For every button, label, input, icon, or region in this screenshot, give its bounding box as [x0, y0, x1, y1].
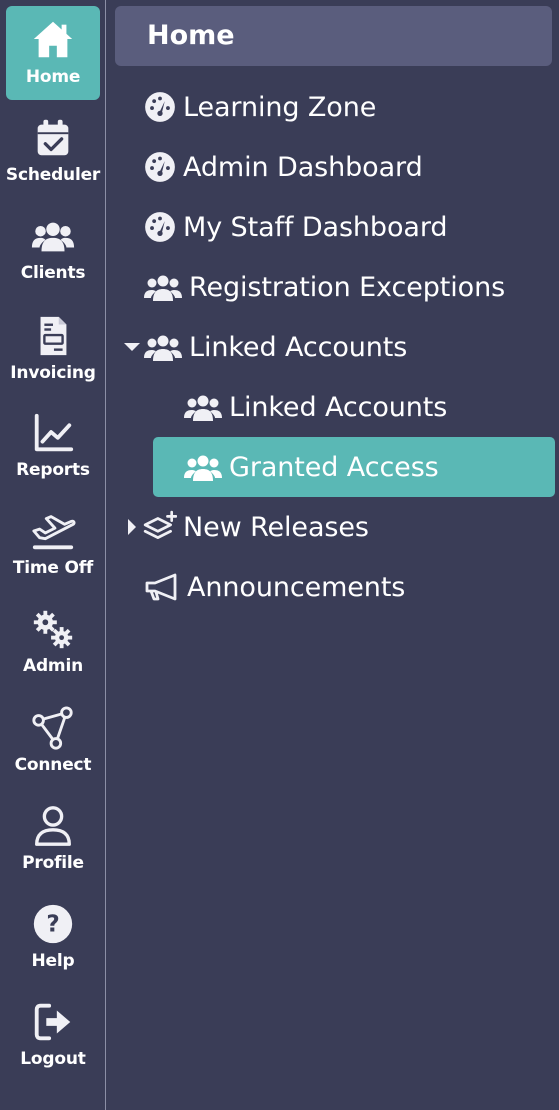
rail-label-connect: Connect [14, 755, 92, 775]
rail-item-invoicing[interactable]: Invoicing [6, 302, 100, 396]
nav-rail: Home Scheduler Clients Invoicing Reports… [0, 0, 106, 1110]
menu-group-new-releases[interactable]: New Releases [123, 497, 369, 557]
rail-item-home[interactable]: Home [6, 6, 100, 100]
menu-label: Linked Accounts [189, 331, 408, 363]
home-submenu-panel: Home Learning Zone Admin Dashboard My St… [107, 0, 559, 1110]
layers-plus-icon [143, 510, 177, 544]
rail-item-clients[interactable]: Clients [6, 202, 100, 296]
rail-item-admin[interactable]: Admin [6, 595, 100, 689]
gears-icon [30, 606, 76, 652]
caret-right-icon[interactable] [123, 518, 141, 536]
rail-item-time-off[interactable]: Time Off [6, 497, 100, 591]
svg-text:?: ? [46, 912, 59, 938]
menu-label: Admin Dashboard [183, 151, 423, 183]
rail-label-clients: Clients [20, 263, 86, 283]
menu-label: Learning Zone [183, 91, 377, 123]
invoice-icon [30, 313, 76, 359]
gauge-icon [143, 90, 177, 124]
rail-item-help[interactable]: ? Help [6, 890, 100, 984]
menu-item-linked-accounts[interactable]: Linked Accounts [183, 377, 447, 437]
megaphone-icon [143, 570, 181, 604]
rail-label-profile: Profile [22, 853, 84, 873]
rail-label-invoicing: Invoicing [10, 363, 96, 383]
rail-label-logout: Logout [20, 1049, 86, 1069]
menu-label: New Releases [183, 511, 369, 543]
rail-item-profile[interactable]: Profile [6, 792, 100, 886]
gauge-icon [143, 210, 177, 244]
users-icon [183, 450, 223, 484]
rail-label-home: Home [25, 67, 81, 87]
gauge-icon [143, 150, 177, 184]
line-chart-icon [30, 410, 76, 456]
menu-item-admin-dashboard[interactable]: Admin Dashboard [143, 137, 423, 197]
rail-label-help: Help [31, 951, 75, 971]
caret-down-icon[interactable] [123, 338, 141, 356]
panel-header: Home [115, 6, 552, 66]
menu-item-registration-exceptions[interactable]: Registration Exceptions [143, 257, 505, 317]
users-icon [30, 213, 76, 259]
network-icon [30, 705, 76, 751]
rail-label-reports: Reports [16, 460, 90, 480]
plane-departure-icon [30, 508, 76, 554]
user-icon [30, 803, 76, 849]
rail-item-connect[interactable]: Connect [6, 694, 100, 788]
rail-item-logout[interactable]: Logout [6, 988, 100, 1082]
rail-item-reports[interactable]: Reports [6, 399, 100, 493]
rail-label-scheduler: Scheduler [5, 165, 101, 185]
panel-title: Home [147, 20, 235, 51]
rail-item-scheduler[interactable]: Scheduler [6, 104, 100, 198]
menu-item-announcements[interactable]: Announcements [143, 557, 405, 617]
menu-group-linked-accounts[interactable]: Linked Accounts [123, 317, 407, 377]
menu-label: Linked Accounts [229, 391, 448, 423]
home-icon [30, 17, 76, 63]
menu-label: Registration Exceptions [189, 271, 506, 303]
menu-item-granted-access[interactable]: Granted Access [153, 437, 555, 497]
users-icon [143, 330, 183, 364]
rail-label-time-off: Time Off [12, 558, 94, 578]
menu-item-learning-zone[interactable]: Learning Zone [143, 77, 376, 137]
menu-label: Granted Access [229, 451, 439, 483]
sign-out-icon [30, 999, 76, 1045]
rail-label-admin: Admin [23, 656, 83, 676]
users-icon [143, 270, 183, 304]
menu-label: Announcements [187, 571, 406, 603]
users-icon [183, 390, 223, 424]
question-circle-icon: ? [30, 901, 76, 947]
menu-label: My Staff Dashboard [183, 211, 448, 243]
menu-item-my-staff-dashboard[interactable]: My Staff Dashboard [143, 197, 448, 257]
calendar-check-icon [30, 115, 76, 161]
